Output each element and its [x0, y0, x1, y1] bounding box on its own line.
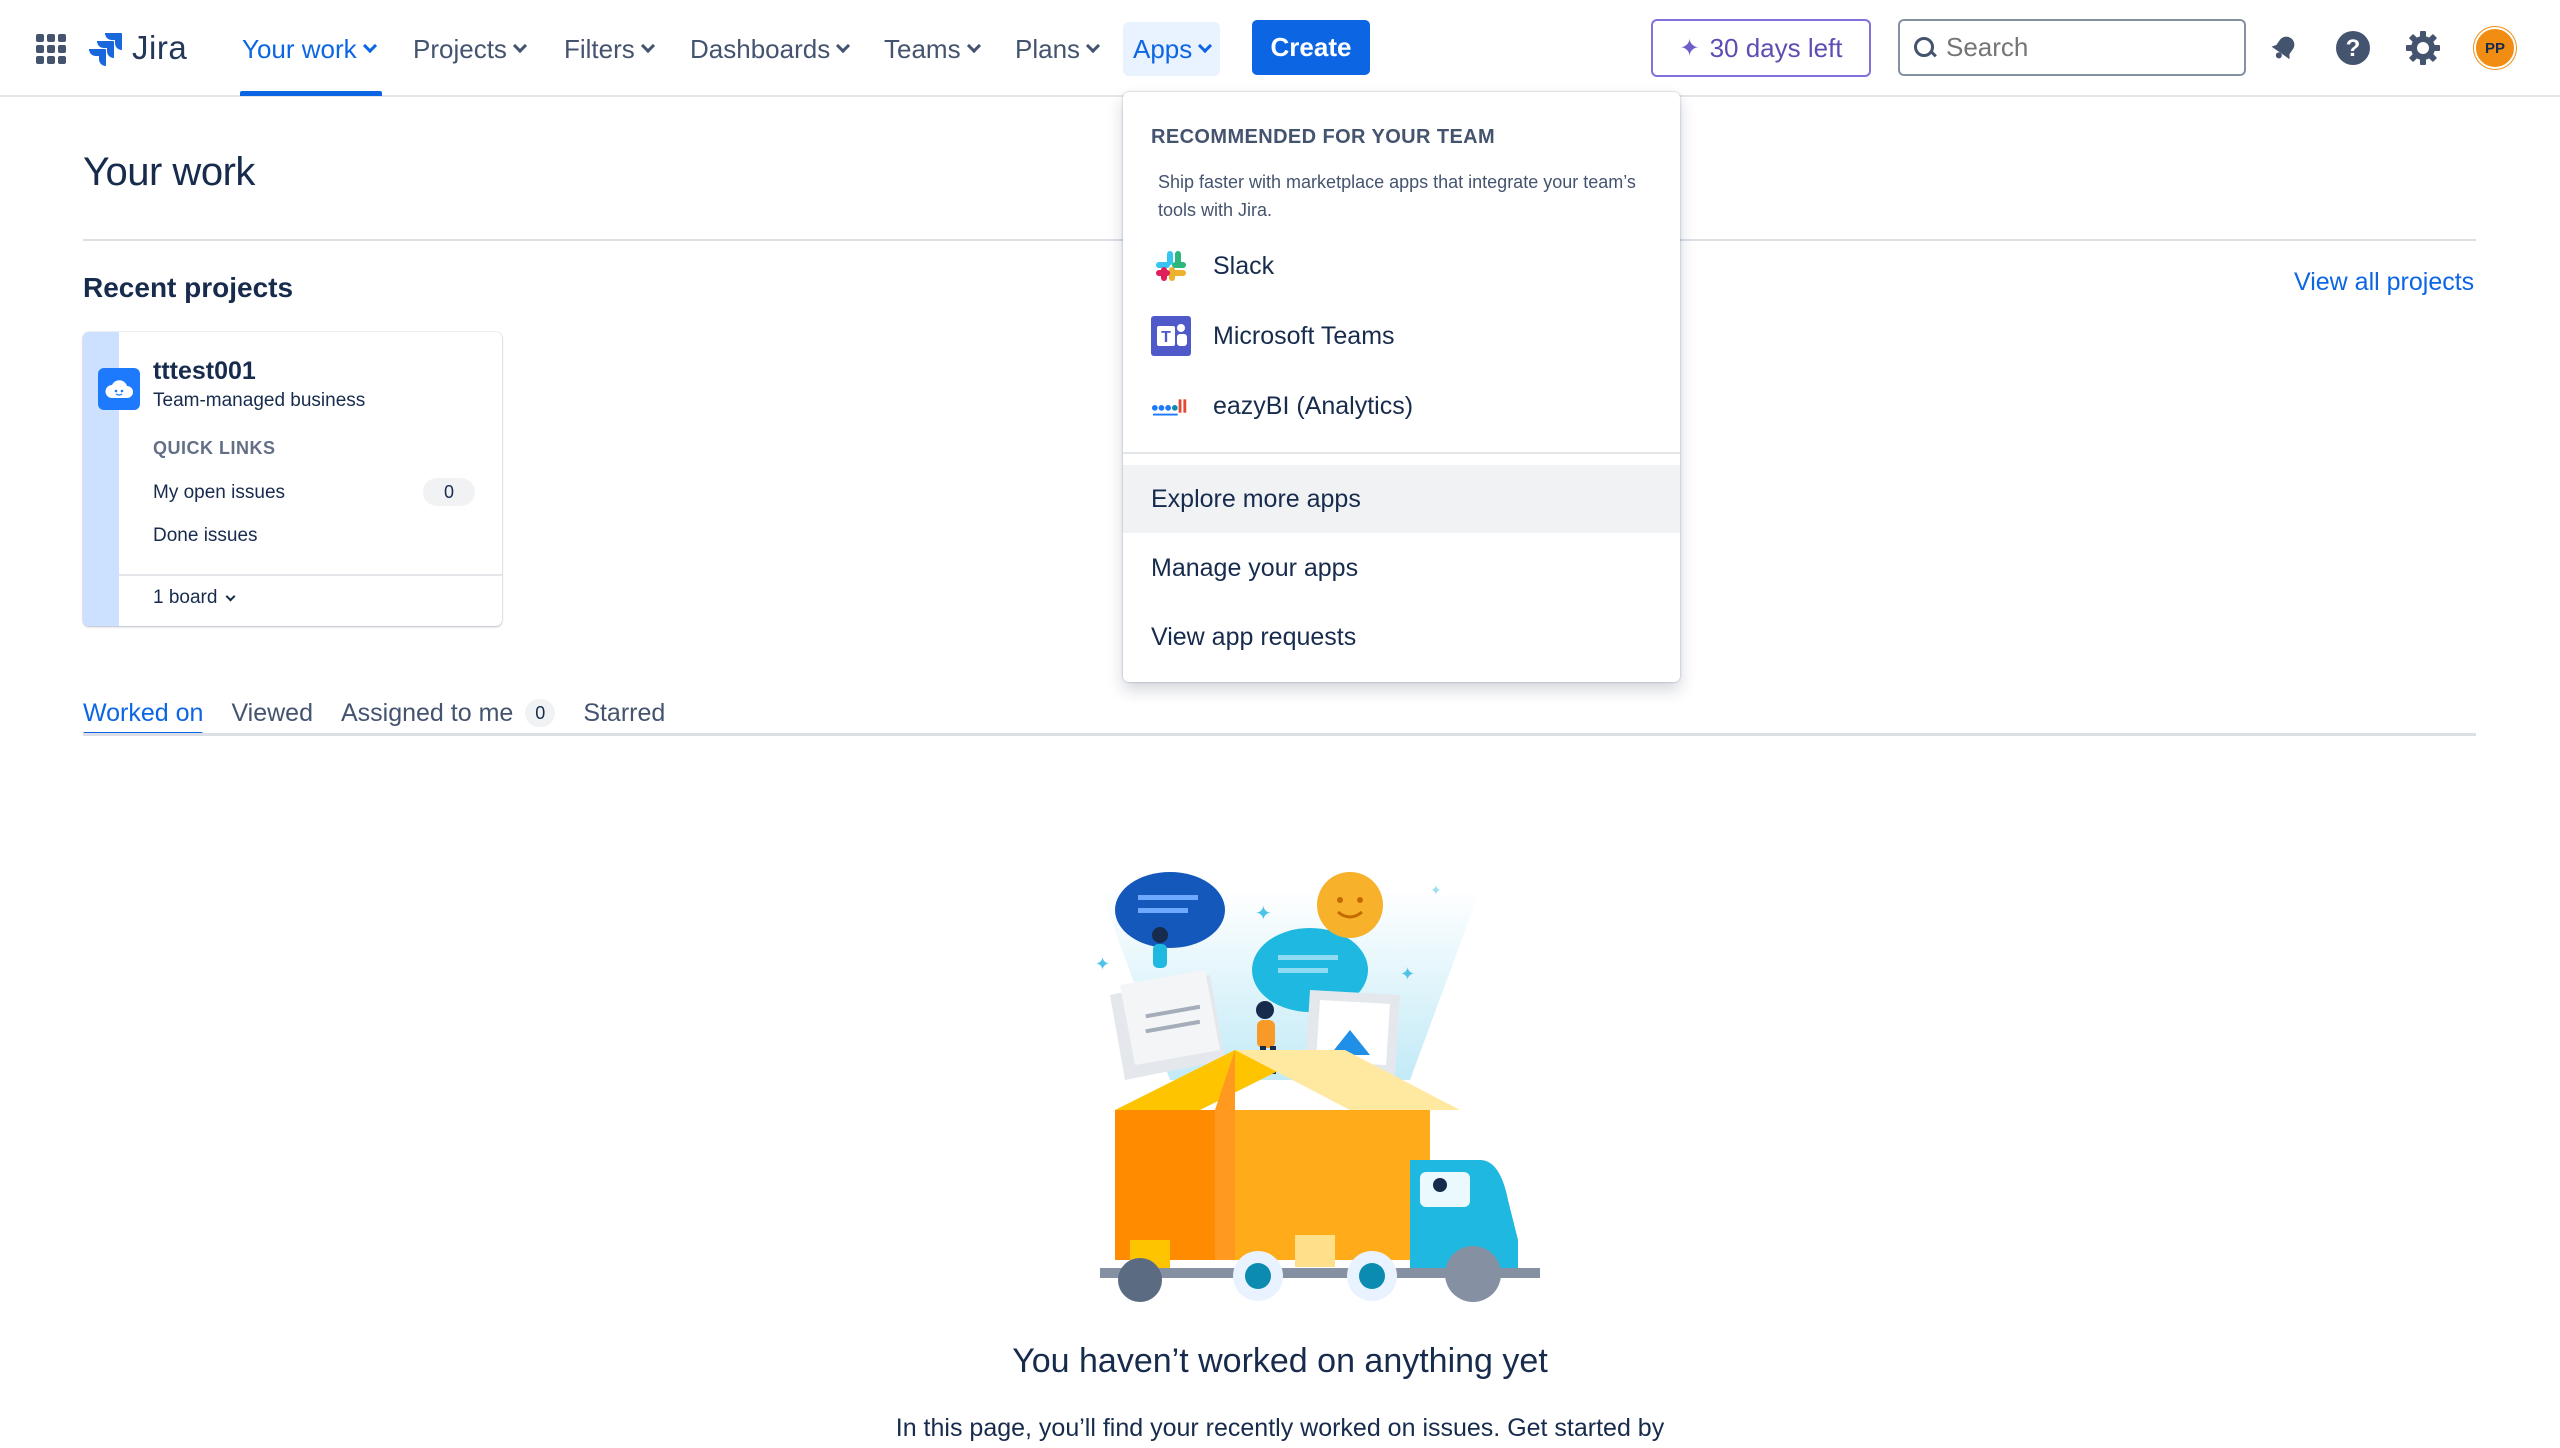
menu-item-microsoft-teams[interactable]: T Microsoft Teams — [1123, 304, 1680, 368]
chevron-down-icon — [836, 38, 851, 54]
chevron-down-icon — [362, 38, 377, 54]
view-app-requests-link[interactable]: View app requests — [1123, 603, 1680, 671]
nav-plans[interactable]: Plans — [1005, 22, 1108, 76]
create-button[interactable]: Create — [1252, 20, 1370, 75]
tab-assigned-to-me-label: Assigned to me — [340, 698, 514, 727]
boards-label: 1 board — [153, 587, 218, 608]
nav-filters-label: Filters — [564, 33, 635, 64]
notifications-button[interactable] — [2262, 26, 2306, 70]
nav-projects[interactable]: Projects — [403, 22, 535, 76]
settings-button[interactable] — [2401, 26, 2445, 70]
tabs-divider — [83, 733, 2476, 736]
apps-dropdown-menu: RECOMMENDED FOR YOUR TEAM Ship faster wi… — [1123, 92, 1680, 682]
nav-your-work[interactable]: Your work — [232, 22, 385, 76]
chevron-down-icon — [226, 591, 236, 601]
manage-your-apps-link[interactable]: Manage your apps — [1123, 534, 1680, 602]
slack-label: Slack — [1213, 251, 1275, 280]
menu-item-slack[interactable]: Slack — [1123, 234, 1680, 298]
recommended-description: Ship faster with marketplace apps that i… — [1158, 172, 1636, 220]
assigned-count-badge: 0 — [525, 699, 556, 727]
nav-plans-label: Plans — [1015, 33, 1081, 64]
nav-apps-label: Apps — [1133, 33, 1193, 64]
empty-state-title: You haven’t worked on anything yet — [1012, 1342, 1548, 1380]
recommended-heading: RECOMMENDED FOR YOUR TEAM — [1151, 126, 1496, 148]
gear-icon — [2406, 31, 2440, 65]
empty-state-description: In this page, you’ll find your recently … — [895, 1414, 1665, 1442]
chevron-down-icon — [966, 38, 981, 54]
project-type: Team-managed business — [153, 390, 366, 411]
active-nav-indicator — [240, 91, 382, 96]
page-title: Your work — [83, 150, 255, 194]
svg-text:T: T — [1161, 329, 1171, 346]
jira-logo-icon — [89, 33, 122, 66]
explore-more-apps-link[interactable]: Explore more apps — [1123, 465, 1680, 533]
jira-logo[interactable]: Jira — [88, 26, 187, 70]
tab-assigned-to-me[interactable]: Assigned to me 0 — [340, 690, 556, 736]
quick-links-heading: QUICK LINKS — [153, 438, 276, 458]
project-avatar — [98, 368, 140, 410]
recent-projects-title: Recent projects — [83, 272, 294, 303]
svg-text:✦: ✦ — [1255, 901, 1272, 925]
eazybi-label: eazyBI (Analytics) — [1213, 391, 1414, 420]
search-field[interactable] — [1898, 19, 2246, 76]
tab-viewed[interactable]: Viewed — [231, 690, 313, 736]
menu-item-eazybi[interactable]: eazyBI (Analytics) — [1123, 374, 1680, 438]
chevron-down-icon — [1085, 38, 1101, 54]
open-issues-count-badge: 0 — [423, 478, 475, 506]
svg-text:?: ? — [2346, 35, 2361, 62]
tab-worked-on[interactable]: Worked on — [83, 690, 204, 736]
nav-filters[interactable]: Filters — [554, 22, 663, 76]
app-switcher-icon[interactable] — [36, 34, 66, 64]
work-tabs: Worked on Viewed Assigned to me 0 Starre… — [83, 690, 693, 736]
nav-your-work-label: Your work — [242, 33, 357, 64]
bell-icon — [2271, 36, 2295, 60]
nav-projects-label: Projects — [413, 33, 507, 64]
logo-text: Jira — [132, 29, 188, 66]
empty-state-illustration: ✦ ✦ ✦ ✦ — [1095, 872, 1540, 1302]
nav-dashboards-label: Dashboards — [690, 33, 831, 64]
project-card[interactable]: tttest001 Team-managed business QUICK LI… — [83, 332, 502, 626]
my-open-issues-link[interactable]: My open issues — [153, 482, 285, 504]
help-icon: ? — [2336, 31, 2370, 65]
user-avatar[interactable]: PP — [2474, 27, 2516, 69]
svg-text:✦: ✦ — [1095, 954, 1110, 975]
sparkle-icon: ✦ — [1679, 34, 1700, 62]
microsoft-teams-label: Microsoft Teams — [1213, 321, 1395, 350]
trial-label: 30 days left — [1709, 32, 1843, 63]
svg-text:✦: ✦ — [1400, 964, 1415, 985]
cloud-icon — [105, 380, 133, 398]
search-input[interactable] — [1946, 32, 2226, 63]
project-name[interactable]: tttest001 — [153, 357, 256, 386]
microsoft-teams-icon: T — [1151, 316, 1191, 356]
help-button[interactable]: ? — [2331, 26, 2375, 70]
svg-text:✦: ✦ — [1430, 883, 1442, 899]
chevron-down-icon — [640, 38, 655, 54]
nav-teams[interactable]: Teams — [874, 22, 989, 76]
card-divider — [119, 574, 502, 576]
done-issues-link[interactable]: Done issues — [153, 525, 258, 547]
tab-viewed-label: Viewed — [231, 698, 313, 727]
view-all-projects-link[interactable]: View all projects — [2294, 268, 2474, 297]
slack-icon — [1151, 246, 1191, 286]
boards-dropdown[interactable]: 1 board — [153, 587, 236, 609]
tab-worked-on-label: Worked on — [83, 698, 204, 727]
search-icon — [1914, 36, 1936, 59]
top-navigation: Jira Your work Projects Filters Dashboar… — [0, 0, 2560, 97]
tab-starred[interactable]: Starred — [583, 690, 665, 736]
chevron-down-icon — [1198, 38, 1213, 54]
menu-separator — [1123, 452, 1680, 454]
nav-teams-label: Teams — [884, 33, 961, 64]
nav-dashboards[interactable]: Dashboards — [680, 22, 858, 76]
trial-button[interactable]: ✦ 30 days left — [1651, 19, 1871, 77]
tab-starred-label: Starred — [583, 698, 666, 727]
nav-apps[interactable]: Apps — [1123, 22, 1221, 76]
chevron-down-icon — [512, 38, 527, 54]
eazybi-icon — [1151, 386, 1191, 426]
